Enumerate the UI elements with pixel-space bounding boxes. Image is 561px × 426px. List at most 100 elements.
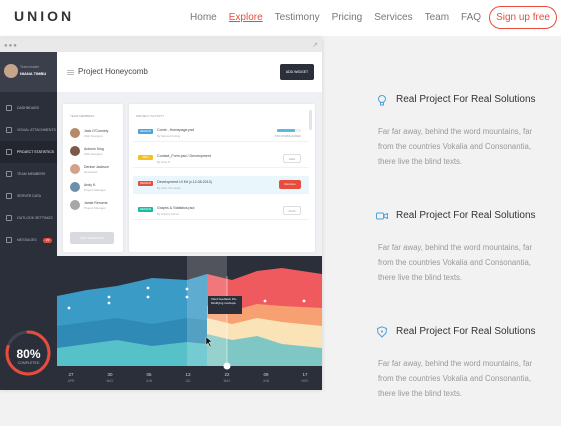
axis-day-label: 13 <box>185 372 191 377</box>
list-item[interactable]: Denise Jackson Developer <box>70 162 125 176</box>
app-sidebar: Team leader NIANA TIMBU DASHBOARD VISUAL… <box>0 52 57 390</box>
axis-month-label: NOV <box>301 379 309 383</box>
push-button[interactable]: Push <box>283 206 301 215</box>
chart-tooltip: Client feedback 15+ Modifying mockups <box>208 296 242 314</box>
list-item[interactable]: Antonio King Web Designer <box>70 144 125 158</box>
nav-link-team[interactable]: Team <box>425 12 449 23</box>
sidebar-item-label: TEAM MEMBERS <box>17 172 46 176</box>
sidebar-item-dashboard[interactable]: DASHBOARD <box>0 97 57 119</box>
table-row[interactable]: DEV Contact_Form.psd / Development By An… <box>133 150 309 168</box>
team-members-card: TEAM MEMBERS Jack O'Connely Web Designer… <box>63 104 123 252</box>
card-title: PROJECT ACTIVITY <box>136 114 165 118</box>
axis-month-label: JUN <box>145 379 153 383</box>
nav-link-services[interactable]: Services <box>374 12 412 23</box>
shield-icon <box>376 326 388 338</box>
list-item[interactable]: Jamie Renome Project Manager <box>70 198 125 212</box>
axis-day-label: 09 <box>263 372 269 377</box>
sidebar-item-label: SERVER DATA <box>17 194 42 198</box>
member-role: Project Manager <box>84 206 107 210</box>
tag-badge: DESIGN <box>138 181 153 186</box>
progress-fill <box>277 129 295 132</box>
statistics-icon <box>6 149 12 155</box>
sidebar-item-messages[interactable]: MESSAGES 23 <box>0 229 57 251</box>
nav-link-pricing[interactable]: Pricing <box>332 12 363 23</box>
member-name: Jack O'Connely <box>84 129 109 133</box>
signup-button[interactable]: Sign up free <box>489 6 557 29</box>
sidebar-item-label: OUTLOOK SETTINGS <box>17 216 53 220</box>
nav-link-testimony[interactable]: Testimony <box>275 12 320 23</box>
member-name: Jamie Renome <box>84 201 108 205</box>
view-button[interactable]: View <box>283 154 301 163</box>
remove-button[interactable]: Remove <box>279 180 301 189</box>
activity-title: Contact_Form.psd / Development <box>157 154 211 158</box>
nav-link-explore[interactable]: Explore <box>229 12 263 23</box>
scrollbar[interactable] <box>309 110 312 130</box>
app-main: Project Honeycomb ADD WIDGET TEAM MEMBER… <box>57 52 322 390</box>
completion-value: 80% <box>16 347 41 361</box>
lightbulb-icon <box>378 95 386 106</box>
download-progress <box>277 129 301 132</box>
feature-title: Real Project For Real Solutions <box>396 210 536 221</box>
activity-author: By Andy K. <box>157 160 171 164</box>
activity-author: By Samuel Cubing <box>157 134 181 138</box>
team-icon <box>6 171 12 177</box>
avatar <box>70 182 80 192</box>
chart-axis-band <box>57 366 322 390</box>
sidebar-item-outlook-settings[interactable]: OUTLOOK SETTINGS <box>0 207 57 229</box>
axis-month-label: MAY <box>223 379 231 383</box>
nav-link-faq[interactable]: FAQ <box>461 12 481 23</box>
avatar <box>70 164 80 174</box>
completion-label: COMPLETED <box>17 361 40 365</box>
add-widget-button[interactable]: ADD WIDGET <box>280 64 314 80</box>
app-header: Project Honeycomb ADD WIDGET <box>57 52 322 92</box>
axis-day-label: 17 <box>302 372 308 377</box>
feature-2: Real Project For Real Solutions Far far … <box>376 210 546 310</box>
sidebar-item-project-statistics[interactable]: PROJECT STATISTICS <box>0 141 57 163</box>
axis-month-label: MAY <box>106 379 114 383</box>
resize-icon: ↗ <box>312 42 318 49</box>
member-role: Web Designer <box>84 152 103 156</box>
profile-name: NIANA TIMBU <box>20 71 47 76</box>
axis-day-label: 22 <box>224 372 230 377</box>
feature-text: Far far away, behind the word mountains,… <box>378 359 533 399</box>
list-item[interactable]: Andy K. Project Manager <box>70 180 125 194</box>
nav-link-home[interactable]: Home <box>190 12 217 23</box>
feature-1: Real Project For Real Solutions Far far … <box>376 94 546 194</box>
tag-badge: DESIGN <box>138 207 153 212</box>
sidebar-item-team-members[interactable]: TEAM MEMBERS <box>0 163 57 185</box>
user-profile: Team leader NIANA TIMBU <box>0 52 57 92</box>
top-navbar: UNION Home Explore Testimony Pricing Ser… <box>0 0 561 36</box>
member-name: Andy K. <box>84 183 97 187</box>
add-widget-label: ADD WIDGET <box>285 70 309 74</box>
sidebar-item-label: MESSAGES <box>17 238 37 242</box>
table-row[interactable]: DESIGN Development UI Kit (v.12.08.2013)… <box>133 176 309 194</box>
feature-3: Real Project For Real Solutions Far far … <box>376 326 546 426</box>
app-screenshot: ●●● ↗ Team leader NIANA TIMBU DASHBOARD … <box>0 38 322 390</box>
table-row[interactable]: DESIGN Comb - Homepage.psd By Samuel Cub… <box>133 124 309 142</box>
sidebar-item-label: DASHBOARD <box>17 106 40 110</box>
activity-title: Comb - Homepage.psd <box>157 128 195 132</box>
avatar <box>70 200 80 210</box>
message-count-badge: 23 <box>43 237 52 243</box>
video-icon <box>376 212 388 220</box>
member-name: Denise Jackson <box>84 165 109 169</box>
menu-icon[interactable] <box>67 70 74 75</box>
sidebar-item-server-data[interactable]: SERVER DATA <box>0 185 57 207</box>
sidebar-item-visual-attachments[interactable]: VISUAL ATTACHMENTS <box>0 119 57 141</box>
progress-text: 70% DOWNLOADED <box>274 134 301 138</box>
nav-links: Home Explore Testimony Pricing Services … <box>178 6 557 29</box>
activity-author: By Antonio Flores <box>157 212 179 216</box>
brand-logo[interactable]: UNION <box>14 8 74 24</box>
add-teammate-button[interactable]: ADD TEAMMATE <box>70 232 114 244</box>
list-item[interactable]: Jack O'Connely Web Designer <box>70 126 125 140</box>
chart-scrubber-handle[interactable] <box>223 362 231 370</box>
activity-title: Development UI Kit (v.12.08.2013) <box>157 180 212 184</box>
member-role: Developer <box>84 170 98 174</box>
table-row[interactable]: DESIGN Graphs & Statistics.psd By Antoni… <box>133 202 309 220</box>
sidebar-item-label: VISUAL ATTACHMENTS <box>17 128 56 132</box>
axis-day-label: 27 <box>68 372 74 377</box>
card-title: TEAM MEMBERS <box>70 114 95 118</box>
project-activity-card: PROJECT ACTIVITY DESIGN Comb - Homepage.… <box>129 104 315 252</box>
member-role: Web Designer <box>84 134 103 138</box>
sidebar-item-label: PROJECT STATISTICS <box>17 150 54 154</box>
